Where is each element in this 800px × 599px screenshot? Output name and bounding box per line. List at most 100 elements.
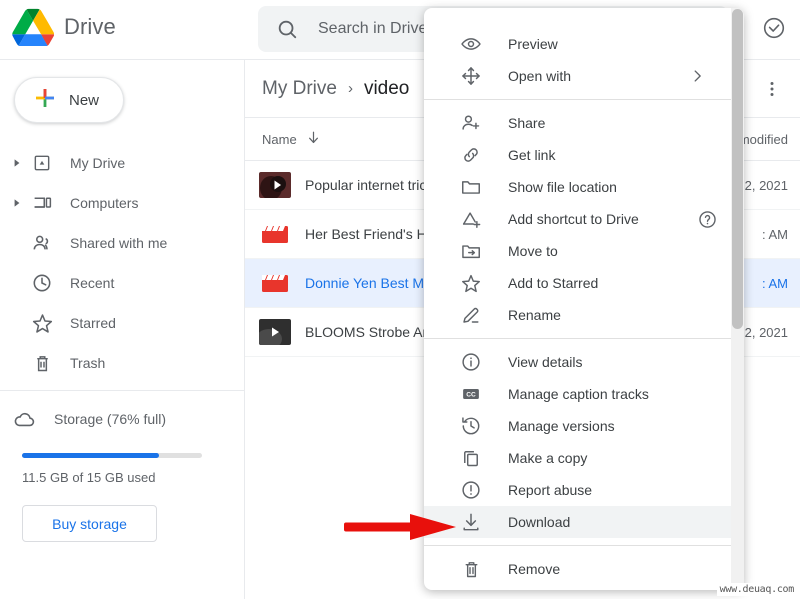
star-icon — [460, 272, 482, 294]
chevron-right-icon[interactable] — [8, 194, 26, 212]
clapperboard-icon — [259, 221, 291, 247]
cloud-icon — [12, 407, 36, 431]
brand-name: Drive — [64, 14, 116, 39]
storage-used-text: 11.5 GB of 15 GB used — [22, 470, 156, 485]
link-icon — [460, 144, 482, 166]
menu-item-label: Make a copy — [508, 450, 588, 466]
watermark: www.deuaq.com — [716, 583, 797, 596]
drive-logo-icon — [12, 8, 55, 47]
download-icon — [460, 511, 482, 533]
column-header-name-label: Name — [262, 131, 297, 147]
storage-progress-track — [22, 453, 202, 458]
sidebar-item-computers[interactable]: Computers — [0, 183, 244, 223]
menu-item-label: Rename — [508, 307, 561, 323]
context-menu-divider — [424, 99, 744, 100]
chevron-right-icon[interactable] — [688, 67, 706, 85]
menu-item-preview[interactable]: Preview — [424, 28, 744, 60]
menu-item-manage-versions[interactable]: Manage versions — [424, 410, 744, 442]
menu-item-manage-caption-tracks[interactable]: CC Manage caption tracks — [424, 378, 744, 410]
buy-storage-button[interactable]: Buy storage — [22, 505, 157, 542]
sidebar: New My Drive Computers Shared with me Re… — [0, 59, 245, 599]
menu-item-make-a-copy[interactable]: Make a copy — [424, 442, 744, 474]
sidebar-item-starred[interactable]: Starred — [0, 303, 244, 343]
storage-progress-fill — [22, 453, 159, 458]
menu-item-share[interactable]: Share — [424, 107, 744, 139]
menu-item-label: Share — [508, 115, 546, 131]
menu-item-label: View details — [508, 354, 583, 370]
menu-item-rename[interactable]: Rename — [424, 299, 744, 331]
menu-item-show-file-location[interactable]: Show file location — [424, 171, 744, 203]
menu-item-open-with[interactable]: Open with — [424, 60, 744, 92]
report-icon — [460, 479, 482, 501]
context-menu-top-padding — [424, 8, 744, 28]
sidebar-item-my-drive[interactable]: My Drive — [0, 143, 244, 183]
sidebar-item-shared-with-me[interactable]: Shared with me — [0, 223, 244, 263]
check-circle-icon[interactable] — [758, 12, 790, 44]
shared-with-me-icon — [30, 231, 54, 255]
sidebar-item-trash[interactable]: Trash — [0, 343, 244, 383]
file-modified: : AM — [761, 275, 788, 291]
menu-item-label: Manage versions — [508, 418, 615, 434]
menu-item-label: Move to — [508, 243, 558, 259]
person-add-icon — [460, 112, 482, 134]
new-button[interactable]: New — [14, 77, 124, 123]
menu-item-get-link[interactable]: Get link — [424, 139, 744, 171]
brand[interactable]: Drive — [12, 8, 116, 47]
move-to-folder-icon — [460, 240, 482, 262]
video-thumb-dark — [259, 172, 291, 198]
my-drive-icon — [30, 151, 54, 175]
storage-section: Storage (76% full) 11.5 GB of 15 GB used… — [0, 390, 244, 542]
history-icon — [460, 415, 482, 437]
menu-item-label: Preview — [508, 36, 558, 52]
context-menu: Preview Open with Share Get link Show file l… — [424, 8, 744, 590]
folder-icon — [460, 176, 482, 198]
video-thumb-gray — [259, 319, 291, 345]
menu-item-label: Get link — [508, 147, 556, 163]
file-name: Her Best Friend's H — [305, 226, 427, 242]
sidebar-item-label: My Drive — [70, 155, 126, 171]
chevron-right-icon[interactable] — [8, 154, 26, 172]
menu-item-label: Add shortcut to Drive — [508, 211, 639, 227]
menu-item-add-shortcut-to-drive[interactable]: Add shortcut to Drive — [424, 203, 744, 235]
context-menu-groups: Preview Open with Share Get link Show file l… — [424, 28, 744, 585]
context-menu-scrollbar-track[interactable] — [731, 8, 744, 590]
chevron-right-icon: › — [347, 80, 353, 97]
copy-icon — [460, 447, 482, 469]
context-menu-scroll-area: Preview Open with Share Get link Show file l… — [424, 8, 744, 590]
sidebar-item-label: Shared with me — [70, 235, 168, 251]
context-menu-scrollbar-thumb[interactable] — [732, 9, 743, 329]
trash-icon — [30, 351, 54, 375]
open-with-icon — [460, 65, 482, 87]
clapperboard-icon — [259, 270, 291, 296]
menu-item-download[interactable]: Download — [424, 506, 744, 538]
top-right-actions — [758, 12, 790, 44]
add-shortcut-icon — [460, 208, 482, 230]
more-vert-icon[interactable] — [756, 73, 788, 105]
sidebar-item-label: Trash — [70, 355, 106, 371]
search-icon[interactable] — [276, 18, 298, 40]
breadcrumb-current[interactable]: video — [364, 78, 409, 100]
menu-item-remove[interactable]: Remove — [424, 553, 744, 585]
menu-item-view-details[interactable]: View details — [424, 346, 744, 378]
new-button-label: New — [69, 91, 100, 109]
menu-item-move-to[interactable]: Move to — [424, 235, 744, 267]
menu-item-report-abuse[interactable]: Report abuse — [424, 474, 744, 506]
menu-item-label: Report abuse — [508, 482, 593, 498]
info-icon — [460, 351, 482, 373]
menu-item-label: Manage caption tracks — [508, 386, 649, 402]
pencil-icon — [460, 304, 482, 326]
column-header-name[interactable]: Name — [262, 129, 322, 149]
storage-label: Storage (76% full) — [54, 411, 167, 427]
help-circle-icon[interactable] — [697, 209, 718, 230]
file-name: Donnie Yen Best Mo — [305, 275, 432, 291]
breadcrumb-root[interactable]: My Drive — [262, 78, 337, 100]
menu-item-add-to-starred[interactable]: Add to Starred — [424, 267, 744, 299]
sidebar-item-label: Computers — [70, 195, 139, 211]
file-modified: : AM — [761, 226, 788, 242]
sidebar-item-recent[interactable]: Recent — [0, 263, 244, 303]
context-menu-divider — [424, 338, 744, 339]
file-modified: 2, 2021 — [744, 324, 788, 340]
storage-header[interactable]: Storage (76% full) — [0, 407, 244, 431]
closed-caption-icon: CC — [460, 383, 482, 405]
clock-icon — [30, 271, 54, 295]
